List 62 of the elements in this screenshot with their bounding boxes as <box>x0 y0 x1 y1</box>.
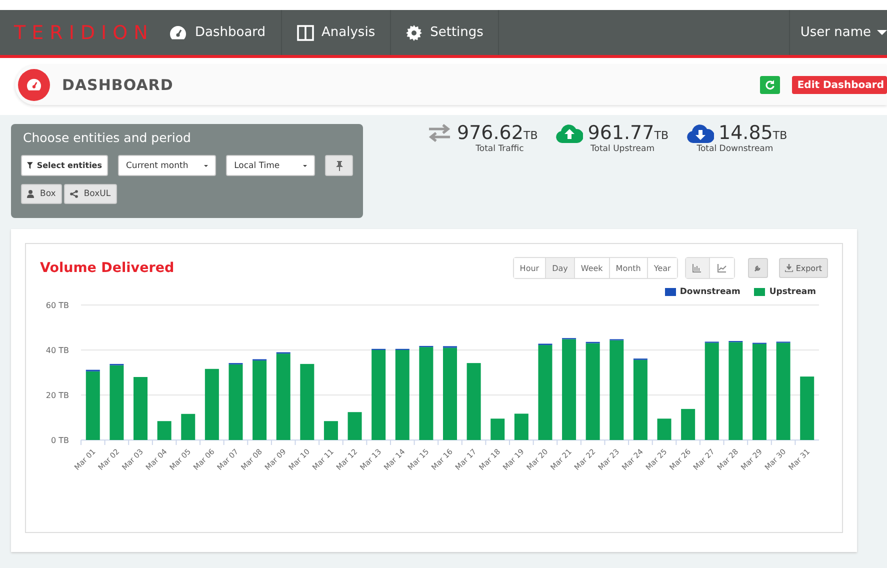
page-title: DASHBOARD <box>62 76 174 94</box>
dashboard-badge-icon <box>18 69 50 101</box>
settings-button[interactable] <box>748 258 768 278</box>
stat-value: 961.77TB <box>588 122 668 144</box>
bar <box>490 418 505 440</box>
y-axis-label: 20 TB <box>46 391 69 400</box>
bar <box>157 421 172 440</box>
cloud-upload-icon <box>556 123 583 143</box>
bar <box>514 414 528 440</box>
brand-logo: TERIDION <box>13 20 154 46</box>
nav-item[interactable]: Dashboard <box>154 10 282 55</box>
refresh-button[interactable] <box>760 76 780 94</box>
y-axis-label: 0 TB <box>50 436 69 445</box>
edit-dashboard-button[interactable]: Edit Dashboard <box>792 76 887 94</box>
dropdown-field[interactable]: Current month <box>118 155 216 176</box>
period-tab[interactable]: Hour <box>514 258 546 278</box>
refresh-icon <box>765 80 776 90</box>
bar <box>324 421 338 440</box>
stat-value: 14.85TB <box>718 122 788 144</box>
cloud-download-icon <box>686 123 714 143</box>
y-axis-label: 40 TB <box>46 346 69 355</box>
line-chart-icon <box>716 264 727 272</box>
bar-chart-icon <box>692 264 702 272</box>
bar <box>204 368 219 440</box>
settings-icon <box>406 24 422 40</box>
dropdown-field[interactable]: Local Time <box>226 155 316 176</box>
export-button[interactable]: Export <box>778 258 828 278</box>
bar-chart-toggle[interactable] <box>686 258 710 278</box>
pin-icon <box>336 160 343 170</box>
wrench-icon <box>754 264 762 272</box>
caret-icon <box>303 164 308 168</box>
panel-title: Choose entities and period <box>23 130 192 145</box>
chart-title: Volume Delivered <box>40 260 176 276</box>
stat-label: Total Traffic <box>476 144 524 154</box>
user-icon <box>27 190 34 198</box>
stat-value: 976.62TB <box>457 122 538 144</box>
nav-item[interactable]: Analysis <box>282 10 392 55</box>
share-icon <box>70 190 78 198</box>
y-axis-label: 60 TB <box>46 301 69 310</box>
legend-item: Upstream <box>754 287 816 297</box>
pin-button[interactable] <box>325 155 353 176</box>
transfer-icon <box>427 123 452 143</box>
select-entities-button[interactable]: Select entities <box>21 155 108 176</box>
legend-item: Downstream <box>664 287 740 297</box>
entity-chip[interactable]: Box <box>21 184 62 204</box>
stat-label: Total Upstream <box>590 144 654 154</box>
bar <box>800 376 814 440</box>
download-icon <box>784 264 793 272</box>
columns-icon <box>296 24 314 40</box>
bar <box>134 377 148 440</box>
nav-item[interactable]: Settings <box>391 10 500 55</box>
user-menu[interactable]: User name <box>789 10 887 55</box>
entity-chip[interactable]: BoxUL <box>64 184 117 204</box>
dashboard-icon <box>169 24 187 40</box>
caret-icon <box>204 164 208 168</box>
bar <box>681 408 696 440</box>
stat-label: Total Downstream <box>696 144 774 154</box>
bar <box>657 418 672 440</box>
bar <box>348 412 362 440</box>
bar <box>181 414 196 440</box>
period-tab[interactable]: Day <box>546 258 575 278</box>
filter-icon <box>27 162 33 169</box>
